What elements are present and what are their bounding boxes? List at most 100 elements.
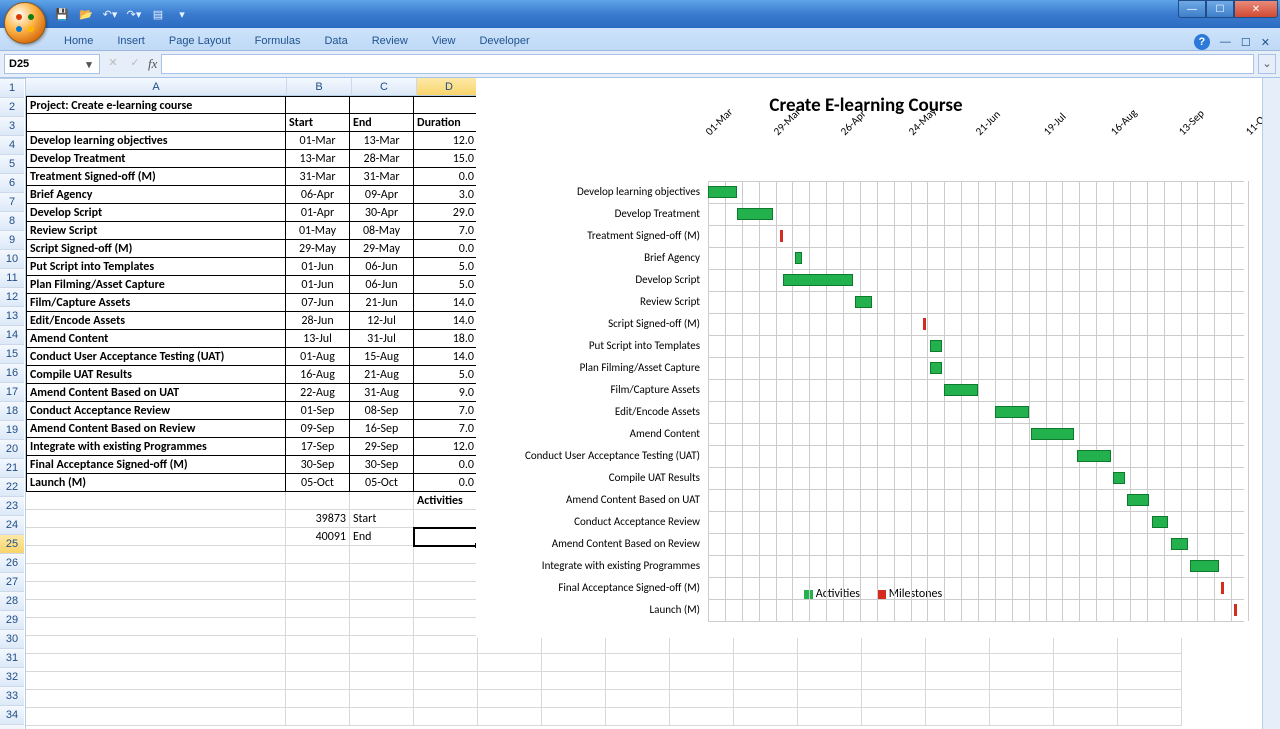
cell-N33[interactable] [1054,672,1118,690]
cell-D10[interactable]: 5.0 [414,258,478,276]
cell-A26[interactable] [26,546,286,564]
cell-O35[interactable] [1118,708,1182,726]
cell-A35[interactable] [26,708,286,726]
cell-B17[interactable]: 22-Aug [286,384,350,402]
cell-A14[interactable]: Amend Content [26,330,286,348]
cell-A4[interactable]: Develop Treatment [26,150,286,168]
cell-N31[interactable] [1054,636,1118,654]
cell-B10[interactable]: 01-Jun [286,258,350,276]
cell-A6[interactable]: Brief Agency [26,186,286,204]
row-header-5[interactable]: 5 [0,155,24,174]
cell-B5[interactable]: 31-Mar [286,168,350,186]
cell-A29[interactable] [26,600,286,618]
cell-A19[interactable]: Amend Content Based on Review [26,420,286,438]
cell-A30[interactable] [26,618,286,636]
cell-B12[interactable]: 07-Jun [286,294,350,312]
cell-B34[interactable] [286,690,350,708]
cell-C17[interactable]: 31-Aug [350,384,414,402]
cell-G35[interactable] [606,708,670,726]
row-header-29[interactable]: 29 [0,611,24,630]
cell-K31[interactable] [862,636,926,654]
cell-B31[interactable] [286,636,350,654]
cell-L35[interactable] [926,708,990,726]
cell-K33[interactable] [862,672,926,690]
cell-C14[interactable]: 31-Jul [350,330,414,348]
cell-D17[interactable]: 9.0 [414,384,478,402]
cell-B30[interactable] [286,618,350,636]
cell-D6[interactable]: 3.0 [414,186,478,204]
row-header-12[interactable]: 12 [0,288,24,307]
cell-B24[interactable]: 39873 [286,510,350,528]
row-header-25[interactable]: 25 [0,535,24,554]
cell-I34[interactable] [734,690,798,708]
cell-L32[interactable] [926,654,990,672]
cell-A25[interactable] [26,528,286,546]
row-header-15[interactable]: 15 [0,345,24,364]
row-header-6[interactable]: 6 [0,174,24,193]
cell-D7[interactable]: 29.0 [414,204,478,222]
cell-B27[interactable] [286,564,350,582]
office-button[interactable] [4,2,46,44]
cell-L34[interactable] [926,690,990,708]
row-header-22[interactable]: 22 [0,478,24,497]
cell-H34[interactable] [670,690,734,708]
qat-more-icon[interactable]: ▾ [174,6,190,22]
row-header-23[interactable]: 23 [0,497,24,516]
vertical-scrollbar[interactable] [1262,78,1280,729]
cell-C1[interactable] [350,96,414,114]
cell-F32[interactable] [542,654,606,672]
cell-C8[interactable]: 08-May [350,222,414,240]
cell-J34[interactable] [798,690,862,708]
row-header-24[interactable]: 24 [0,516,24,535]
cell-A32[interactable] [26,654,286,672]
cell-D21[interactable]: 0.0 [414,456,478,474]
cell-E31[interactable] [478,636,542,654]
cell-M32[interactable] [990,654,1054,672]
cell-B14[interactable]: 13-Jul [286,330,350,348]
cancel-formula-icon[interactable]: ✕ [104,56,122,72]
cell-D24[interactable] [414,510,478,528]
row-header-16[interactable]: 16 [0,364,24,383]
cell-B29[interactable] [286,600,350,618]
cell-J33[interactable] [798,672,862,690]
cell-B20[interactable]: 17-Sep [286,438,350,456]
undo-icon[interactable]: ↶▾ [102,6,118,22]
gantt-chart[interactable]: Create E-learning Course 01-Mar29-Mar26-… [476,78,1256,638]
cell-D19[interactable]: 7.0 [414,420,478,438]
row-header-2[interactable]: 2 [0,98,24,117]
cell-D34[interactable] [414,690,478,708]
cell-D22[interactable]: 0.0 [414,474,478,492]
cell-C24[interactable]: Start [350,510,414,528]
row-header-21[interactable]: 21 [0,459,24,478]
cell-J31[interactable] [798,636,862,654]
tab-data[interactable]: Data [312,32,359,50]
cell-A7[interactable]: Develop Script [26,204,286,222]
cell-C18[interactable]: 08-Sep [350,402,414,420]
cell-C13[interactable]: 12-Jul [350,312,414,330]
new-icon[interactable]: ▤ [150,6,166,22]
cell-H33[interactable] [670,672,734,690]
cell-A28[interactable] [26,582,286,600]
cell-D12[interactable]: 14.0 [414,294,478,312]
cell-A5[interactable]: Treatment Signed-off (M) [26,168,286,186]
cell-B23[interactable] [286,492,350,510]
cell-B2[interactable]: Start [286,114,350,132]
row-header-7[interactable]: 7 [0,193,24,212]
cell-I31[interactable] [734,636,798,654]
cell-B4[interactable]: 13-Mar [286,150,350,168]
cell-C22[interactable]: 05-Oct [350,474,414,492]
cell-D30[interactable] [414,618,478,636]
tab-page-layout[interactable]: Page Layout [157,32,243,50]
cell-B3[interactable]: 01-Mar [286,132,350,150]
cell-E33[interactable] [478,672,542,690]
cell-I35[interactable] [734,708,798,726]
cell-C29[interactable] [350,600,414,618]
cell-D18[interactable]: 7.0 [414,402,478,420]
cell-F33[interactable] [542,672,606,690]
tab-view[interactable]: View [420,32,468,50]
cell-N35[interactable] [1054,708,1118,726]
cell-C20[interactable]: 29-Sep [350,438,414,456]
cell-B16[interactable]: 16-Aug [286,366,350,384]
restore-window-icon[interactable]: ☐ [1241,36,1251,49]
cell-C33[interactable] [350,672,414,690]
